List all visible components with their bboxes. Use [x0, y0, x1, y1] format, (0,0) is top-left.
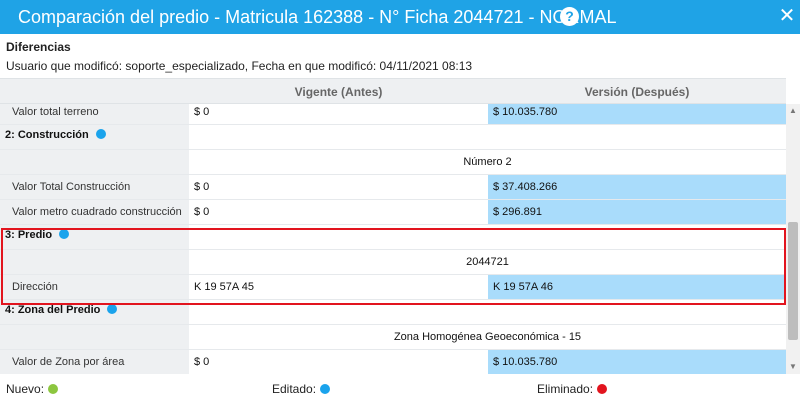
row-value-after: $ 10.035.780 — [488, 350, 786, 374]
legend-eliminado: Eliminado: — [537, 382, 608, 396]
edited-dot-icon — [320, 384, 331, 394]
title-bar: Comparación del predio - Matricula 16238… — [0, 0, 800, 34]
row-label-empty — [0, 250, 189, 274]
section-value: Zona Homogénea Geoeconómica - 15 — [393, 331, 582, 343]
section-value: Número 2 — [463, 156, 512, 168]
row-label-empty — [0, 150, 189, 174]
row-value-before: $ 0 — [194, 181, 210, 193]
legend-nuevo: Nuevo: — [6, 382, 59, 396]
scrollbar-thumb[interactable] — [788, 222, 798, 340]
column-header: Vigente (Antes) Versión (Después) — [0, 78, 786, 104]
deleted-dot-icon — [597, 384, 608, 394]
legend-editado: Editado: — [272, 382, 331, 396]
row-label: Dirección — [0, 275, 189, 299]
new-dot-icon — [48, 384, 59, 394]
scroll-down-icon[interactable]: ▼ — [786, 360, 800, 374]
column-after: Versión (Después) — [584, 85, 690, 99]
row-value-after: K 19 57A 46 — [488, 275, 786, 299]
legend-eliminado-label: Eliminado: — [537, 382, 594, 396]
close-icon[interactable]: ✕ — [776, 4, 798, 28]
legend-editado-label: Editado: — [272, 382, 317, 396]
diff-heading: Diferencias — [6, 40, 71, 54]
scroll-up-icon[interactable]: ▲ — [786, 104, 800, 118]
table-row: Dirección K 19 57A 45 K 19 57A 46 — [0, 275, 786, 300]
row-label: Valor metro cuadrado construcción — [0, 200, 189, 224]
legend: Nuevo: Editado: Eliminado: — [0, 374, 800, 404]
comparison-table: Valor total terreno $ 0 $ 10.035.780 2: … — [0, 104, 786, 374]
section-title: 4: Zona del Predio — [5, 304, 101, 316]
row-value-after: $ 10.035.780 — [488, 104, 786, 124]
section-subrow: 2044721 — [0, 250, 786, 275]
row-label-empty — [0, 325, 189, 349]
row-value-before: $ 0 — [194, 356, 210, 368]
section-row: 2: Construcción — [0, 125, 786, 150]
section-subrow: Número 2 — [0, 150, 786, 175]
row-label: Valor total terreno — [0, 104, 189, 124]
dialog-title: Comparación del predio - Matricula 16238… — [18, 7, 617, 27]
section-value: 2044721 — [466, 256, 509, 268]
section-label: 4: Zona del Predio — [0, 300, 189, 324]
vertical-scrollbar[interactable]: ▲ ▼ — [786, 104, 800, 374]
section-title: 3: Predio — [5, 229, 53, 241]
section-label: 3: Predio — [0, 225, 189, 249]
legend-nuevo-label: Nuevo: — [6, 382, 45, 396]
section-subrow: Zona Homogénea Geoeconómica - 15 — [0, 325, 786, 350]
row-value-after: $ 37.408.266 — [488, 175, 786, 199]
row-value-before: K 19 57A 45 — [194, 281, 254, 293]
table-row: Valor Total Construcción $ 0 $ 37.408.26… — [0, 175, 786, 200]
section-row: 3: Predio — [0, 225, 786, 250]
section-row: 4: Zona del Predio — [0, 300, 786, 325]
edited-dot-icon — [59, 229, 70, 239]
section-title: 2: Construcción — [5, 129, 89, 141]
table-row: Valor metro cuadrado construcción $ 0 $ … — [0, 200, 786, 225]
diff-summary: Diferencias Usuario que modificó: soport… — [0, 34, 800, 78]
help-icon[interactable]: ? — [560, 7, 579, 26]
row-value-after: $ 296.891 — [488, 200, 786, 224]
diff-info: Usuario que modificó: soporte_especializ… — [6, 59, 473, 73]
column-before: Vigente (Antes) — [294, 85, 383, 99]
row-label: Valor de Zona por área — [0, 350, 189, 374]
edited-dot-icon — [95, 129, 106, 139]
row-label: Valor Total Construcción — [0, 175, 189, 199]
table-row: Valor total terreno $ 0 $ 10.035.780 — [0, 104, 786, 125]
section-label: 2: Construcción — [0, 125, 189, 149]
row-value-before: $ 0 — [194, 106, 210, 118]
row-value-before: $ 0 — [194, 206, 210, 218]
edited-dot-icon — [107, 304, 118, 314]
table-row: Valor de Zona por área $ 0 $ 10.035.780 — [0, 350, 786, 374]
